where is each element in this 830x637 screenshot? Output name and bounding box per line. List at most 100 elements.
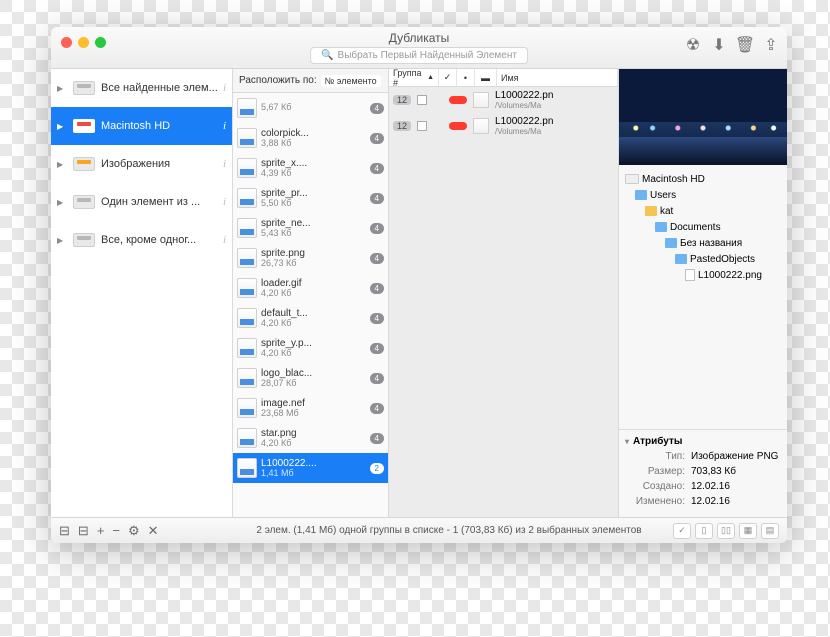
col-name[interactable]: Имя	[497, 69, 618, 86]
file-row[interactable]: star.png 4,20 Кб 4	[233, 423, 388, 453]
file-row[interactable]: 5,67 Кб 4	[233, 93, 388, 123]
file-name: default_t...	[261, 308, 370, 319]
sidebar-item-all-but[interactable]: ▶ Все, кроме одног... i	[51, 221, 232, 259]
drive-icon	[625, 174, 639, 184]
file-size: 4,39 Кб	[261, 169, 370, 179]
file-icon	[237, 128, 257, 148]
file-name: loader.gif	[261, 278, 370, 289]
count-badge: 4	[370, 343, 384, 354]
check-button[interactable]: ✓	[673, 523, 691, 539]
minimize-button[interactable]	[78, 37, 89, 48]
file-row[interactable]: image.nef 23,68 Мб 4	[233, 393, 388, 423]
duplicate-row[interactable]: 12 L1000222.pn /Volumes/Ma	[389, 113, 618, 139]
tree-node[interactable]: Documents	[625, 219, 781, 235]
attr-val: 703,83 Кб	[691, 466, 781, 481]
gear-icon[interactable]: ⚙	[128, 523, 140, 539]
col-group[interactable]: Группа # ▲	[389, 69, 439, 86]
close-icon[interactable]: ✕	[148, 523, 159, 539]
sidebar-item-label: Все найденные элем...	[101, 82, 223, 94]
file-row[interactable]: sprite_ne... 5,43 Кб 4	[233, 213, 388, 243]
sidebar-item-images[interactable]: ▶ Изображения i	[51, 145, 232, 183]
col-dot[interactable]: •	[457, 69, 475, 86]
drive-icon	[73, 157, 95, 171]
tree-node[interactable]: PastedObjects	[625, 251, 781, 267]
view-mode-4[interactable]: ▤	[761, 523, 779, 539]
remove-button[interactable]: −	[112, 523, 120, 538]
attr-row: Тип:Изображение PNG	[625, 451, 781, 466]
status-bar: ⊟ ⊟ + − ⚙ ✕ 2 элем. (1,41 Мб) одной груп…	[51, 517, 787, 543]
file-row[interactable]: logo_blac... 28,07 Кб 4	[233, 363, 388, 393]
trash-icon[interactable]: 🗑	[737, 37, 753, 53]
sidebar-item-macintosh-hd[interactable]: ▶ Macintosh HD i	[51, 107, 232, 145]
drive-icon	[73, 119, 95, 133]
sidebar-item-label: Изображения	[101, 158, 223, 170]
color-tag[interactable]	[449, 122, 467, 130]
file-row[interactable]: default_t... 4,20 Кб 4	[233, 303, 388, 333]
tree-node[interactable]: kat	[625, 203, 781, 219]
main-body: ▶ Все найденные элем... i ▶ Macintosh HD…	[51, 69, 787, 517]
close-button[interactable]	[61, 37, 72, 48]
attr-key: Создано:	[643, 481, 685, 496]
info-icon[interactable]: i	[223, 234, 226, 246]
zoom-button[interactable]	[95, 37, 106, 48]
col-check[interactable]: ✓	[439, 69, 457, 86]
status-text: 2 элем. (1,41 Мб) одной группы в списке …	[233, 525, 665, 536]
sort-header[interactable]: Расположить по: № элементо	[233, 69, 388, 93]
share-icon[interactable]: ⇪	[763, 37, 779, 53]
tree-node[interactable]: L1000222.png	[625, 267, 781, 283]
info-icon[interactable]: i	[223, 196, 226, 208]
file-name: sprite_y.p...	[261, 338, 370, 349]
tree-node[interactable]: Users	[625, 187, 781, 203]
file-name: sprite_pr...	[261, 188, 370, 199]
drive-icon[interactable]: ⊟	[78, 523, 89, 539]
view-mode-3[interactable]: ▦	[739, 523, 757, 539]
file-row[interactable]: sprite_x.... 4,39 Кб 4	[233, 153, 388, 183]
view-mode-1[interactable]: ▯	[695, 523, 713, 539]
file-row[interactable]: loader.gif 4,20 Кб 4	[233, 273, 388, 303]
file-icon	[237, 308, 257, 328]
duplicates-panel: Группа # ▲ ✓ • ▬ Имя 12 L1000222.pn /Vol…	[389, 69, 619, 517]
info-icon[interactable]: i	[223, 158, 226, 170]
col-color[interactable]: ▬	[475, 69, 497, 86]
file-row[interactable]: L1000222.... 1,41 Мб 2	[233, 453, 388, 483]
file-row[interactable]: colorpick... 3,88 Кб 4	[233, 123, 388, 153]
count-badge: 4	[370, 163, 384, 174]
file-row[interactable]: sprite_y.p... 4,20 Кб 4	[233, 333, 388, 363]
file-row[interactable]: sprite.png 26,73 Кб 4	[233, 243, 388, 273]
tree-node[interactable]: Без названия	[625, 235, 781, 251]
sidebar-item-one-of[interactable]: ▶ Один элемент из ... i	[51, 183, 232, 221]
attr-val: Изображение PNG	[691, 451, 781, 466]
checkbox[interactable]	[417, 121, 427, 131]
info-icon[interactable]: i	[223, 120, 226, 132]
duplicate-row[interactable]: 12 L1000222.pn /Volumes/Ma	[389, 87, 618, 113]
drive-icon[interactable]: ⊟	[59, 523, 70, 539]
file-icon	[237, 458, 257, 478]
file-size: 23,68 Мб	[261, 409, 370, 419]
color-tag[interactable]	[449, 96, 467, 104]
radiation-icon[interactable]: ☢	[685, 37, 701, 53]
count-badge: 4	[370, 283, 384, 294]
file-size: 5,50 Кб	[261, 199, 370, 209]
info-icon[interactable]: i	[223, 82, 226, 94]
tree-node[interactable]: Macintosh HD	[625, 171, 781, 187]
drive-icon	[73, 195, 95, 209]
file-row[interactable]: sprite_pr... 5,50 Кб 4	[233, 183, 388, 213]
file-name: logo_blac...	[261, 368, 370, 379]
dup-name: L1000222.pn	[495, 116, 553, 127]
add-button[interactable]: +	[97, 523, 105, 538]
sidebar-item-all[interactable]: ▶ Все найденные элем... i	[51, 69, 232, 107]
attributes-header[interactable]: Атрибуты	[625, 436, 781, 447]
chevron-right-icon: ▶	[57, 84, 67, 93]
checkbox[interactable]	[417, 95, 427, 105]
duplicate-list: 12 L1000222.pn /Volumes/Ma12 L1000222.pn…	[389, 87, 618, 517]
titlebar: Дубликаты 🔍 Выбрать Первый Найденный Эле…	[51, 27, 787, 69]
file-list-panel: Расположить по: № элементо 5,67 Кб 4 col…	[233, 69, 389, 517]
search-field[interactable]: 🔍 Выбрать Первый Найденный Элемент	[310, 47, 528, 64]
folder-icon	[665, 238, 677, 248]
file-size: 4,20 Кб	[261, 289, 370, 299]
file-icon	[237, 338, 257, 358]
file-name: sprite.png	[261, 248, 370, 259]
view-mode-2[interactable]: ▯▯	[717, 523, 735, 539]
import-icon[interactable]: ⬇	[711, 37, 727, 53]
toolbar: ☢ ⬇ 🗑 ⇪	[685, 37, 779, 53]
